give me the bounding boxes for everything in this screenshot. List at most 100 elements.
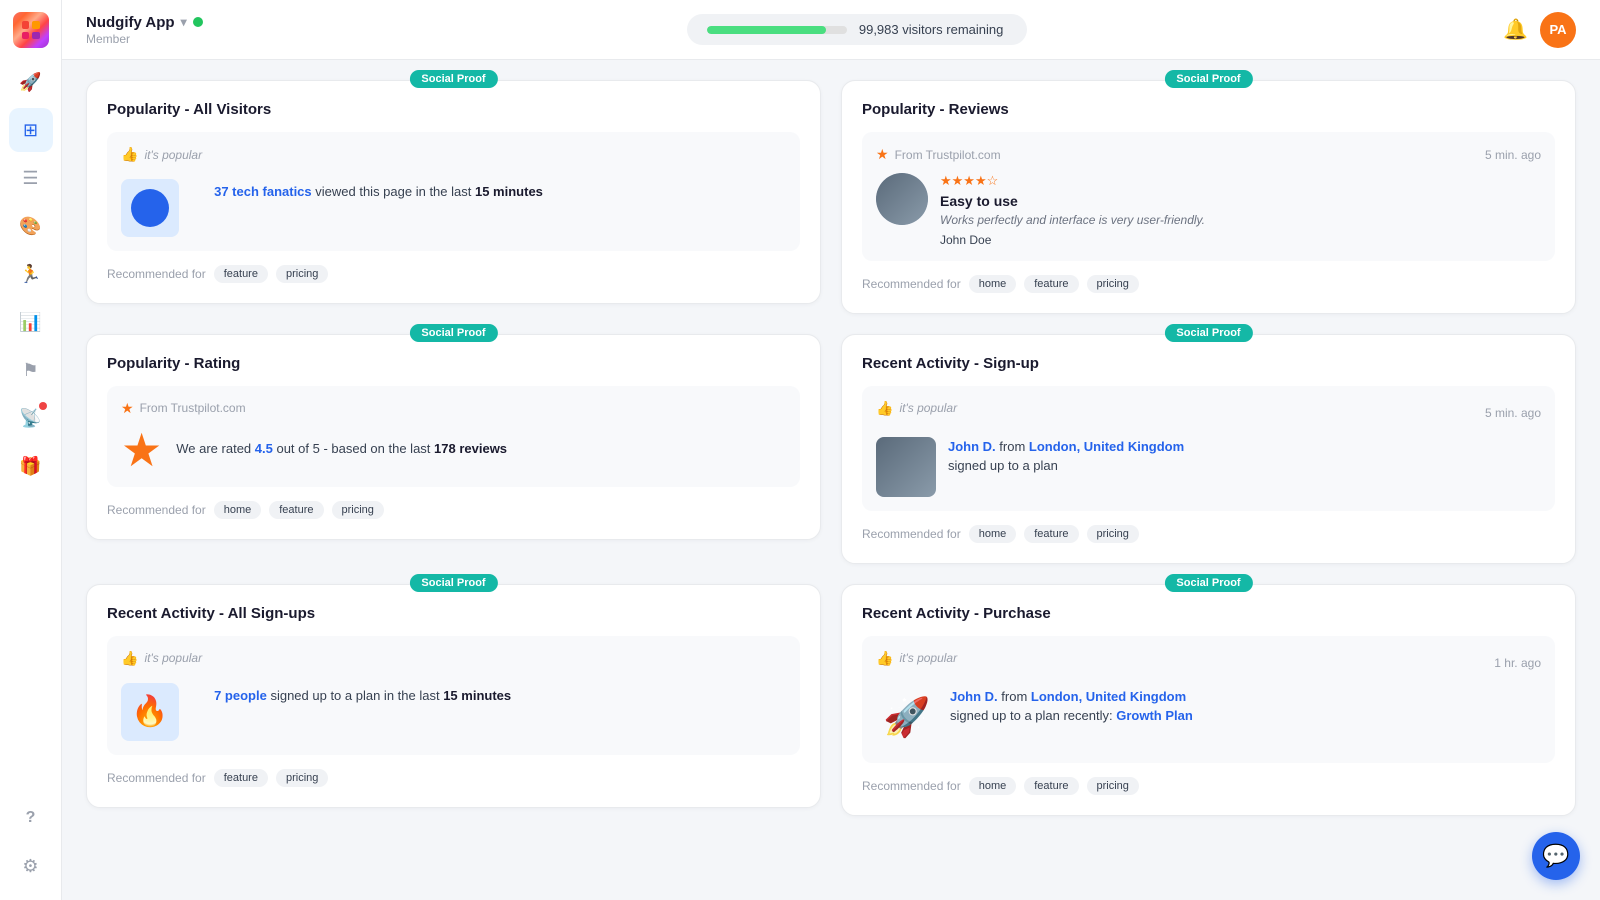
recommended-row-1: Recommended for feature pricing bbox=[107, 265, 800, 283]
signup-time-4: 5 min. ago bbox=[1485, 406, 1541, 420]
recommended-row-6: Recommended for home feature pricing bbox=[862, 777, 1555, 795]
notif-icon-area-1 bbox=[121, 179, 179, 237]
purchase-header-row-6: 👍 it's popular 1 hr. ago bbox=[876, 650, 1541, 677]
tag-pricing-1[interactable]: pricing bbox=[276, 265, 328, 283]
app-dropdown-icon[interactable]: ▾ bbox=[181, 15, 187, 29]
sidebar-item-settings[interactable]: ⚙ bbox=[9, 844, 53, 888]
tag-home-4[interactable]: home bbox=[969, 525, 1017, 543]
recommended-label-6: Recommended for bbox=[862, 779, 961, 793]
design-icon: 🎨 bbox=[19, 216, 41, 237]
tag-pricing-4[interactable]: pricing bbox=[1087, 525, 1139, 543]
purchase-from-6: from bbox=[1001, 689, 1031, 704]
sidebar-item-analytics[interactable]: 📊 bbox=[9, 300, 53, 344]
card-title-3: Popularity - Rating bbox=[107, 355, 800, 372]
sidebar-item-list[interactable]: ☰ bbox=[9, 156, 53, 200]
trustpilot-star-icon-3: ★ bbox=[121, 400, 134, 417]
popular-label-1: it's popular bbox=[144, 148, 202, 162]
card-title-1: Popularity - All Visitors bbox=[107, 101, 800, 118]
tag-pricing-6[interactable]: pricing bbox=[1087, 777, 1139, 795]
review-body-2: Works perfectly and interface is very us… bbox=[940, 212, 1205, 229]
rating-highlight-3: 4.5 bbox=[255, 441, 273, 456]
purchase-action-link-6[interactable]: Growth Plan bbox=[1116, 708, 1193, 723]
popular-row-4: 👍 it's popular bbox=[876, 400, 957, 417]
sidebar-item-flags[interactable]: ⚑ bbox=[9, 348, 53, 392]
rocket-area-6: 🚀 bbox=[876, 687, 938, 749]
tag-feature-6[interactable]: feature bbox=[1024, 777, 1078, 795]
live-badge bbox=[39, 402, 47, 410]
location-link-4[interactable]: London, United Kingdom bbox=[1029, 439, 1184, 454]
rating-header-3: ★ From Trustpilot.com bbox=[121, 400, 786, 417]
social-proof-badge-1: Social Proof bbox=[409, 70, 497, 88]
allsignup-bold-5: 15 minutes bbox=[443, 688, 511, 703]
big-star-icon-3: ★ bbox=[121, 427, 162, 473]
purchase-location-6[interactable]: London, United Kingdom bbox=[1031, 689, 1186, 704]
review-title-2: Easy to use bbox=[940, 193, 1205, 209]
sidebar-item-help[interactable]: ? bbox=[9, 796, 53, 840]
thumbs-up-icon-6: 👍 bbox=[876, 650, 893, 667]
tag-feature-3[interactable]: feature bbox=[269, 501, 323, 519]
visitors-remaining-text: 99,983 visitors remaining bbox=[859, 22, 1004, 37]
review-author-2: John Doe bbox=[940, 233, 1205, 247]
sidebar: 🚀 ⊞ ☰ 🎨 🏃 📊 ⚑ 📡 🎁 ? ⚙ bbox=[0, 0, 62, 900]
purchase-text-6: John D. from London, United Kingdom sign… bbox=[950, 687, 1193, 726]
tag-home-6[interactable]: home bbox=[969, 777, 1017, 795]
progress-bar-fill bbox=[707, 26, 826, 34]
sidebar-item-launch[interactable]: 🚀 bbox=[9, 60, 53, 104]
tag-home-2[interactable]: home bbox=[969, 275, 1017, 293]
dashboard-icon: ⊞ bbox=[23, 120, 38, 141]
tag-pricing-2[interactable]: pricing bbox=[1087, 275, 1139, 293]
notif-box-1: 👍 it's popular 37 tech fanatics viewed t… bbox=[107, 132, 800, 251]
signup-content-row-4: John D. from London, United Kingdom sign… bbox=[876, 437, 1541, 497]
tag-feature-2[interactable]: feature bbox=[1024, 275, 1078, 293]
sidebar-item-live[interactable]: 📡 bbox=[9, 396, 53, 440]
tag-feature-1[interactable]: feature bbox=[214, 265, 268, 283]
popular-label-5: it's popular bbox=[144, 651, 202, 665]
from-text-4: from bbox=[999, 439, 1029, 454]
popular-row-1: 👍 it's popular bbox=[121, 146, 202, 163]
notif-text-after-1: viewed this page in the last bbox=[315, 184, 475, 199]
tag-home-3[interactable]: home bbox=[214, 501, 262, 519]
flags-icon: ⚑ bbox=[22, 360, 38, 381]
chat-bubble[interactable]: 💬 bbox=[1532, 832, 1580, 880]
member-label: Member bbox=[86, 32, 203, 46]
reviewer-avatar-2 bbox=[876, 173, 928, 225]
recommended-label-1: Recommended for bbox=[107, 267, 206, 281]
tag-pricing-5[interactable]: pricing bbox=[276, 769, 328, 787]
card-wrapper-purchase: Social Proof Recent Activity - Purchase … bbox=[841, 584, 1576, 816]
recommended-label-3: Recommended for bbox=[107, 503, 206, 517]
social-proof-badge-5: Social Proof bbox=[409, 574, 497, 592]
header: Nudgify App ▾ Member 99,983 visitors rem… bbox=[62, 0, 1600, 60]
thumbs-up-icon-1: 👍 bbox=[121, 146, 138, 163]
tag-feature-4[interactable]: feature bbox=[1024, 525, 1078, 543]
sidebar-item-activity[interactable]: 🏃 bbox=[9, 252, 53, 296]
person-name-4: John D. bbox=[948, 439, 996, 454]
content-area: Social Proof Popularity - All Visitors 👍… bbox=[62, 60, 1600, 900]
trustpilot-star-icon-2: ★ bbox=[876, 146, 889, 163]
purchase-notif-6: 👍 it's popular 1 hr. ago 🚀 John D. from … bbox=[862, 636, 1555, 763]
signup-header-row-4: 👍 it's popular 5 min. ago bbox=[876, 400, 1541, 427]
card-purchase: Recent Activity - Purchase 👍 it's popula… bbox=[841, 584, 1576, 816]
sidebar-item-dashboard[interactable]: ⊞ bbox=[9, 108, 53, 152]
card-popularity-rating: Popularity - Rating ★ From Trustpilot.co… bbox=[86, 334, 821, 540]
launch-icon: 🚀 bbox=[19, 72, 41, 93]
tag-feature-5[interactable]: feature bbox=[214, 769, 268, 787]
purchase-person-6: John D. bbox=[950, 689, 998, 704]
rating-bold-3: 178 reviews bbox=[434, 441, 507, 456]
avatar[interactable]: PA bbox=[1540, 12, 1576, 48]
recommended-label-4: Recommended for bbox=[862, 527, 961, 541]
activity-icon: 🏃 bbox=[19, 264, 41, 285]
app-logo[interactable] bbox=[13, 12, 49, 48]
sidebar-item-design[interactable]: 🎨 bbox=[9, 204, 53, 248]
notification-bell-icon[interactable]: 🔔 bbox=[1503, 17, 1528, 42]
tag-pricing-3[interactable]: pricing bbox=[332, 501, 384, 519]
popular-label-4: it's popular bbox=[899, 401, 957, 415]
notif-highlight-1: 37 tech fanatics bbox=[214, 184, 312, 199]
rating-box-3: ★ From Trustpilot.com ★ We are rated 4.5… bbox=[107, 386, 800, 487]
blue-circle-icon bbox=[131, 189, 169, 227]
reviewer-avatar-img-2 bbox=[876, 173, 928, 225]
sidebar-item-gifts[interactable]: 🎁 bbox=[9, 444, 53, 488]
popular-row-5: 👍 it's popular bbox=[121, 650, 202, 667]
card-all-signups: Recent Activity - All Sign-ups 👍 it's po… bbox=[86, 584, 821, 808]
notif-bold-1: 15 minutes bbox=[475, 184, 543, 199]
social-proof-badge-4: Social Proof bbox=[1164, 324, 1252, 342]
